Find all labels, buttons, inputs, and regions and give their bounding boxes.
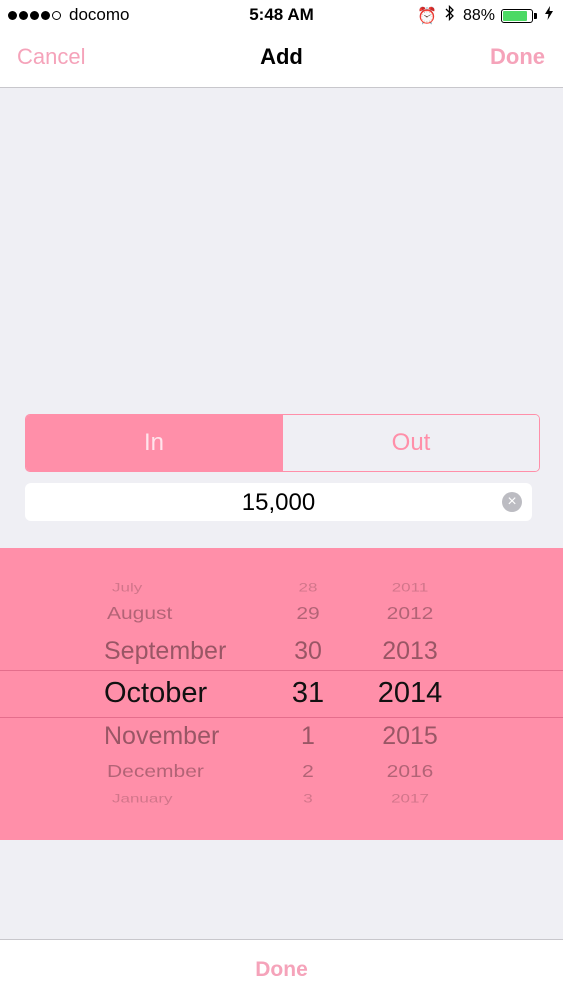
- amount-field[interactable]: 15,000 ×: [25, 483, 532, 521]
- picker-day: 28: [298, 581, 318, 595]
- battery-icon: [501, 8, 533, 23]
- picker-year: 2017: [391, 792, 429, 806]
- status-bar: docomo 5:48 AM ⏰ 88%: [0, 0, 563, 30]
- picker-month: November: [104, 722, 220, 750]
- picker-month: September: [104, 637, 227, 665]
- page-title: Add: [260, 44, 303, 69]
- in-out-segmented-control: In Out: [25, 414, 540, 472]
- picker-year: 2013: [382, 637, 438, 665]
- alarm-icon: ⏰: [417, 7, 437, 25]
- picker-day: 29: [296, 603, 320, 624]
- picker-month: January: [112, 792, 173, 806]
- picker-day: 30: [294, 637, 322, 665]
- picker-year: 2011: [391, 581, 429, 595]
- year-wheel[interactable]: 2011 2012 2013 2014 2015 2016 2017: [362, 548, 458, 840]
- picker-month: December: [107, 761, 204, 782]
- segment-out[interactable]: Out: [282, 415, 539, 471]
- bluetooth-icon: [445, 4, 455, 26]
- month-wheel[interactable]: July August September October November D…: [104, 548, 274, 840]
- picker-day-selected: 31: [291, 677, 325, 709]
- picker-year: 2012: [386, 603, 434, 624]
- battery-percent: 88%: [462, 6, 495, 24]
- picker-year: 2015: [382, 722, 438, 750]
- picker-month: July: [112, 581, 143, 595]
- clear-icon[interactable]: ×: [502, 492, 522, 512]
- amount-value: 15,000: [241, 489, 316, 516]
- picker-year: 2016: [386, 761, 434, 782]
- picker-month: August: [107, 603, 173, 624]
- picker-month-selected: October: [104, 677, 208, 709]
- toolbar-done-button[interactable]: Done: [0, 958, 563, 982]
- bottom-toolbar: Done: [0, 939, 563, 1001]
- date-picker[interactable]: July August September October November D…: [0, 548, 563, 840]
- done-button[interactable]: Done: [490, 44, 545, 70]
- picker-day: 2: [302, 761, 314, 782]
- charging-icon: [545, 6, 553, 25]
- status-icons: ⏰ 88%: [409, 4, 553, 26]
- picker-year-selected: 2014: [377, 677, 443, 709]
- segment-in[interactable]: In: [26, 415, 282, 471]
- day-wheel[interactable]: 28 29 30 31 1 2 3: [278, 548, 338, 840]
- picker-day: 3: [303, 792, 313, 806]
- navigation-bar: Cancel Add Done: [0, 30, 563, 88]
- picker-day: 1: [301, 722, 315, 750]
